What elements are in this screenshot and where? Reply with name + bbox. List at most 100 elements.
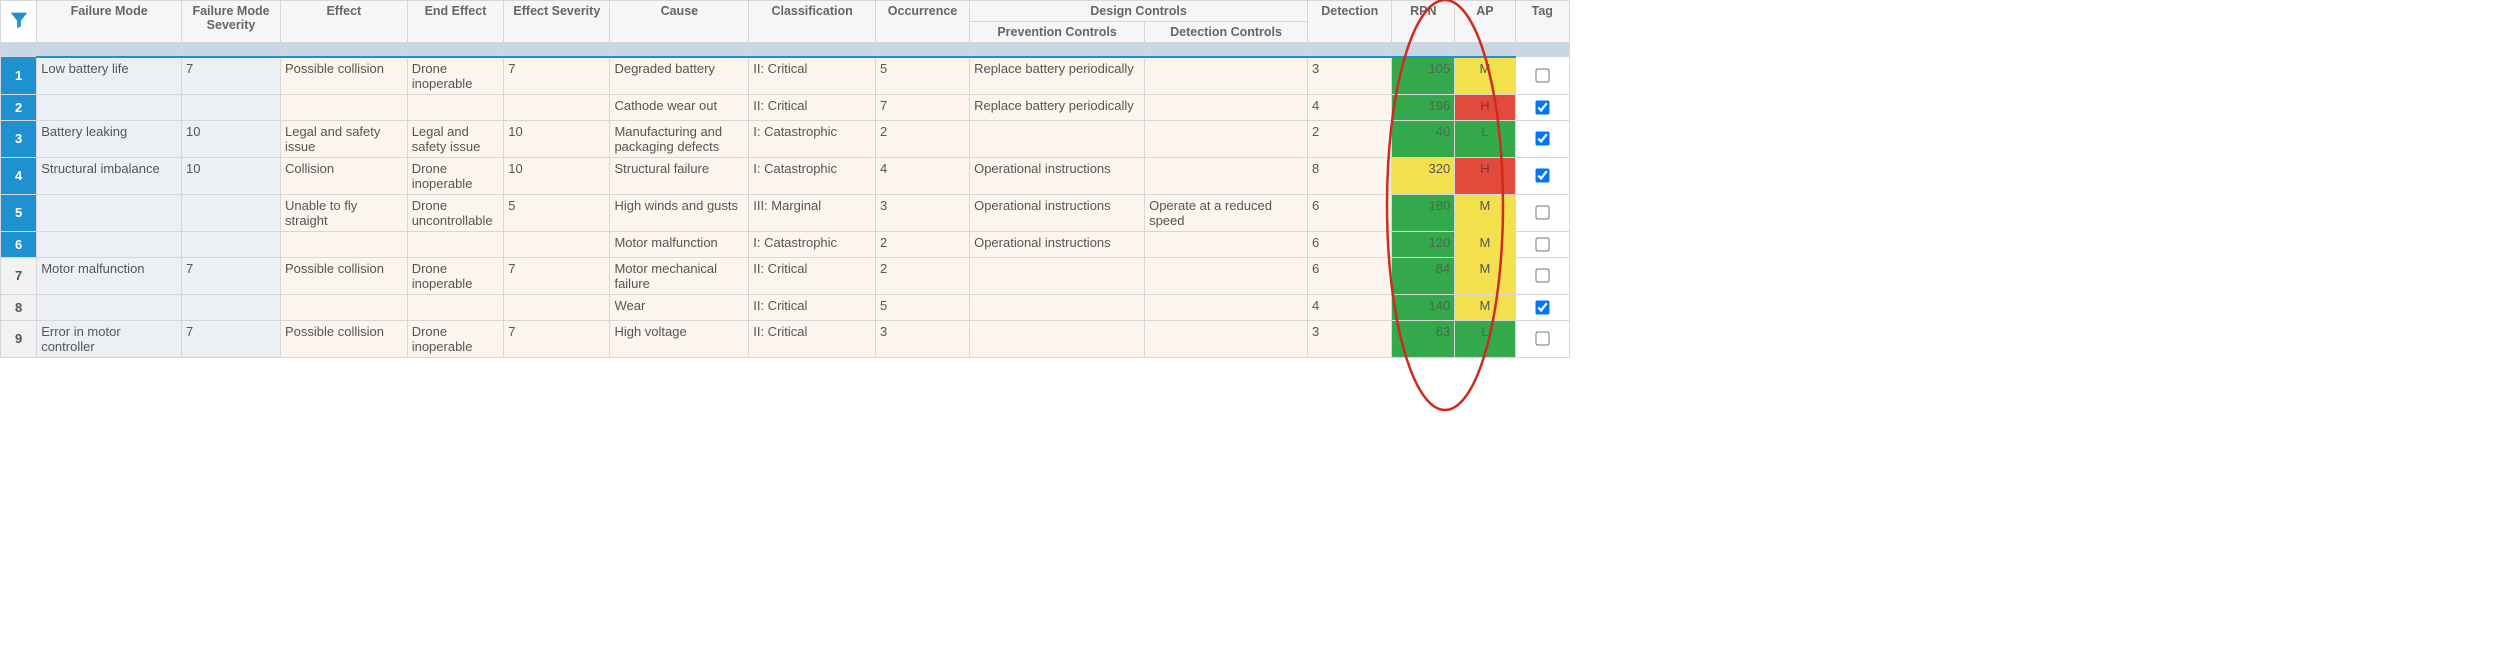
row-number[interactable]: 3 bbox=[1, 120, 37, 157]
cell-prevention[interactable] bbox=[970, 294, 1145, 320]
cell-cause[interactable]: Wear bbox=[610, 294, 749, 320]
cell-effect[interactable]: Unable to fly straight bbox=[280, 194, 407, 231]
cell-ap[interactable]: M bbox=[1455, 231, 1515, 257]
cell-effect-severity[interactable]: 10 bbox=[504, 120, 610, 157]
row-number[interactable]: 8 bbox=[1, 294, 37, 320]
cell-occurrence[interactable]: 2 bbox=[875, 257, 969, 294]
col-effect-severity[interactable]: Effect Severity bbox=[504, 1, 610, 43]
cell-classification[interactable]: I: Catastrophic bbox=[749, 120, 876, 157]
cell-effect[interactable]: Legal and safety issue bbox=[280, 120, 407, 157]
cell-rpn[interactable]: 180 bbox=[1392, 194, 1455, 231]
col-design-controls[interactable]: Design Controls bbox=[970, 1, 1308, 22]
cell-detection[interactable]: 2 bbox=[1308, 120, 1392, 157]
cell-effect-severity[interactable]: 10 bbox=[504, 157, 610, 194]
table-row[interactable]: 9Error in motor controller7Possible coll… bbox=[1, 320, 1570, 357]
cell-occurrence[interactable]: 2 bbox=[875, 120, 969, 157]
row-number[interactable]: 5 bbox=[1, 194, 37, 231]
cell-ap[interactable]: M bbox=[1455, 294, 1515, 320]
cell-classification[interactable]: I: Catastrophic bbox=[749, 157, 876, 194]
tag-checkbox[interactable] bbox=[1536, 68, 1550, 82]
cell-occurrence[interactable]: 2 bbox=[875, 231, 969, 257]
cell-detection[interactable]: 6 bbox=[1308, 194, 1392, 231]
cell-ap[interactable]: H bbox=[1455, 157, 1515, 194]
cell-failure-mode[interactable] bbox=[37, 231, 182, 257]
cell-effect-severity[interactable]: 7 bbox=[504, 320, 610, 357]
cell-tag[interactable] bbox=[1515, 57, 1569, 95]
cell-cause[interactable]: High voltage bbox=[610, 320, 749, 357]
cell-effect[interactable]: Possible collision bbox=[280, 257, 407, 294]
row-number[interactable]: 6 bbox=[1, 231, 37, 257]
cell-end-effect[interactable]: Drone inoperable bbox=[407, 257, 504, 294]
cell-effect[interactable]: Possible collision bbox=[280, 320, 407, 357]
cell-end-effect[interactable]: Drone uncontrollable bbox=[407, 194, 504, 231]
cell-detection-control[interactable] bbox=[1145, 231, 1308, 257]
cell-failure-mode[interactable] bbox=[37, 294, 182, 320]
row-number[interactable]: 1 bbox=[1, 57, 37, 95]
row-number[interactable]: 9 bbox=[1, 320, 37, 357]
col-rpn[interactable]: RPN bbox=[1392, 1, 1455, 43]
table-row[interactable]: 5 Unable to fly straightDrone uncontrolla… bbox=[1, 194, 1570, 231]
cell-effect[interactable] bbox=[280, 94, 407, 120]
cell-detection[interactable]: 4 bbox=[1308, 294, 1392, 320]
cell-prevention[interactable]: Operational instructions bbox=[970, 231, 1145, 257]
cell-detection-control[interactable]: Operate at a reduced speed bbox=[1145, 194, 1308, 231]
cell-classification[interactable]: I: Catastrophic bbox=[749, 231, 876, 257]
cell-effect-severity[interactable]: 7 bbox=[504, 57, 610, 95]
cell-prevention[interactable]: Replace battery periodically bbox=[970, 57, 1145, 95]
cell-effect[interactable] bbox=[280, 294, 407, 320]
cell-tag[interactable] bbox=[1515, 320, 1569, 357]
cell-cause[interactable]: Degraded battery bbox=[610, 57, 749, 95]
table-row[interactable]: 2Cathode wear outII: Critical7Replace ba… bbox=[1, 94, 1570, 120]
cell-detection-control[interactable] bbox=[1145, 294, 1308, 320]
filter-header[interactable] bbox=[1, 1, 37, 43]
col-ap[interactable]: AP bbox=[1455, 1, 1515, 43]
cell-ap[interactable]: M bbox=[1455, 194, 1515, 231]
cell-failure-mode-severity[interactable] bbox=[182, 194, 281, 231]
cell-rpn[interactable]: 140 bbox=[1392, 294, 1455, 320]
cell-rpn[interactable]: 320 bbox=[1392, 157, 1455, 194]
cell-failure-mode[interactable]: Low battery life bbox=[37, 57, 182, 95]
col-detection-controls[interactable]: Detection Controls bbox=[1145, 22, 1308, 43]
cell-tag[interactable] bbox=[1515, 194, 1569, 231]
cell-tag[interactable] bbox=[1515, 257, 1569, 294]
cell-classification[interactable]: II: Critical bbox=[749, 257, 876, 294]
col-effect[interactable]: Effect bbox=[280, 1, 407, 43]
cell-prevention[interactable] bbox=[970, 320, 1145, 357]
cell-rpn[interactable]: 40 bbox=[1392, 120, 1455, 157]
cell-detection-control[interactable] bbox=[1145, 94, 1308, 120]
cell-ap[interactable]: L bbox=[1455, 320, 1515, 357]
cell-detection-control[interactable] bbox=[1145, 157, 1308, 194]
cell-failure-mode[interactable]: Error in motor controller bbox=[37, 320, 182, 357]
cell-effect-severity[interactable]: 5 bbox=[504, 194, 610, 231]
table-row[interactable]: 3Battery leaking10Legal and safety issue… bbox=[1, 120, 1570, 157]
cell-tag[interactable] bbox=[1515, 231, 1569, 257]
col-failure-mode-severity[interactable]: Failure Mode Severity bbox=[182, 1, 281, 43]
cell-occurrence[interactable]: 5 bbox=[875, 294, 969, 320]
cell-end-effect[interactable]: Legal and safety issue bbox=[407, 120, 504, 157]
table-row[interactable]: 8WearII: Critical54140M bbox=[1, 294, 1570, 320]
cell-prevention[interactable] bbox=[970, 257, 1145, 294]
cell-end-effect[interactable] bbox=[407, 94, 504, 120]
cell-failure-mode[interactable] bbox=[37, 194, 182, 231]
cell-effect[interactable]: Possible collision bbox=[280, 57, 407, 95]
col-cause[interactable]: Cause bbox=[610, 1, 749, 43]
tag-checkbox[interactable] bbox=[1536, 168, 1550, 182]
cell-effect[interactable] bbox=[280, 231, 407, 257]
col-end-effect[interactable]: End Effect bbox=[407, 1, 504, 43]
cell-failure-mode-severity[interactable] bbox=[182, 94, 281, 120]
cell-rpn[interactable]: 84 bbox=[1392, 257, 1455, 294]
cell-detection-control[interactable] bbox=[1145, 320, 1308, 357]
col-occurrence[interactable]: Occurrence bbox=[875, 1, 969, 43]
cell-effect-severity[interactable] bbox=[504, 294, 610, 320]
cell-failure-mode-severity[interactable]: 7 bbox=[182, 320, 281, 357]
table-row[interactable]: 4Structural imbalance10CollisionDrone in… bbox=[1, 157, 1570, 194]
cell-rpn[interactable]: 105 bbox=[1392, 57, 1455, 95]
table-row[interactable]: 6Motor malfunctionI: Catastrophic2Operat… bbox=[1, 231, 1570, 257]
cell-cause[interactable]: High winds and gusts bbox=[610, 194, 749, 231]
cell-tag[interactable] bbox=[1515, 294, 1569, 320]
cell-failure-mode-severity[interactable]: 10 bbox=[182, 157, 281, 194]
cell-rpn[interactable]: 196 bbox=[1392, 94, 1455, 120]
col-prevention-controls[interactable]: Prevention Controls bbox=[970, 22, 1145, 43]
row-number[interactable]: 4 bbox=[1, 157, 37, 194]
cell-occurrence[interactable]: 3 bbox=[875, 194, 969, 231]
